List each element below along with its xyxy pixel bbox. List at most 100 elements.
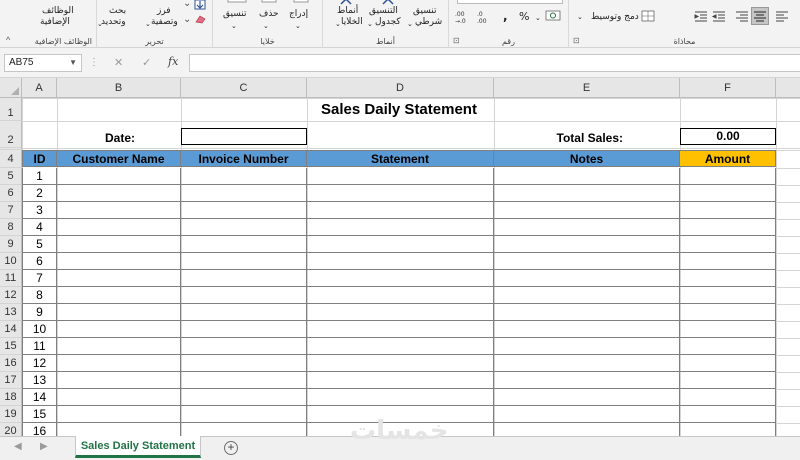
column-header-d[interactable]: D (307, 78, 494, 98)
table-cell[interactable] (680, 372, 776, 389)
row-header-5[interactable]: 5 (0, 168, 22, 185)
table-cell[interactable] (57, 185, 181, 202)
table-cell[interactable] (57, 168, 181, 185)
table-cell[interactable] (680, 423, 776, 436)
name-box[interactable]: AB75 ▼ (4, 54, 82, 72)
table-cell[interactable] (680, 219, 776, 236)
table-cell[interactable] (494, 287, 680, 304)
fill-dropdown-icon[interactable]: ⌄ (183, 0, 191, 9)
row-header-19[interactable]: 19 (0, 406, 22, 423)
id-cell[interactable]: 3 (22, 202, 57, 219)
table-cell[interactable] (57, 287, 181, 304)
sheet-tab-active[interactable]: Sales Daily Statement (75, 436, 201, 458)
id-cell[interactable]: 14 (22, 389, 57, 406)
id-cell[interactable]: 2 (22, 185, 57, 202)
table-cell[interactable] (181, 236, 307, 253)
table-cell[interactable] (680, 202, 776, 219)
format-label[interactable]: تنسيق (223, 9, 246, 20)
table-cell[interactable] (680, 321, 776, 338)
table-cell[interactable] (181, 253, 307, 270)
cell-styles-label1[interactable]: أنماط (337, 6, 358, 17)
decrease-indent-icon[interactable] (711, 10, 727, 22)
column-header-c[interactable]: C (181, 78, 307, 98)
row-header-9[interactable]: 9 (0, 236, 22, 253)
table-cell[interactable] (494, 168, 680, 185)
row-header-6[interactable]: 6 (0, 185, 22, 202)
table-cell[interactable] (307, 372, 494, 389)
format-dropdown-icon[interactable]: ⌄ (231, 21, 237, 32)
accounting-format-icon[interactable] (545, 10, 561, 22)
table-header-id[interactable]: ID (22, 150, 57, 167)
id-cell[interactable]: 12 (22, 355, 57, 372)
align-left-icon[interactable] (775, 10, 789, 22)
row-header-1[interactable]: 1 (0, 98, 22, 121)
table-cell[interactable] (57, 270, 181, 287)
table-cell[interactable] (181, 219, 307, 236)
comma-style-button[interactable]: , (503, 10, 508, 22)
table-cell[interactable] (57, 253, 181, 270)
insert-dropdown-icon[interactable]: ⌄ (295, 21, 301, 32)
sort-dropdown-icon[interactable]: ⌄ (145, 19, 151, 30)
table-cell[interactable] (680, 355, 776, 372)
align-center-button[interactable] (751, 7, 769, 25)
date-input-cell[interactable] (181, 128, 307, 145)
eraser-icon[interactable] (194, 14, 206, 24)
row-header-14[interactable]: 14 (0, 321, 22, 338)
table-cell[interactable] (494, 219, 680, 236)
table-cell[interactable] (307, 236, 494, 253)
id-cell[interactable]: 1 (22, 168, 57, 185)
format-cells-icon[interactable] (227, 0, 247, 4)
row-header-16[interactable]: 16 (0, 355, 22, 372)
table-cell[interactable] (57, 355, 181, 372)
table-cell[interactable] (181, 423, 307, 436)
table-cell[interactable] (57, 321, 181, 338)
row-header-12[interactable]: 12 (0, 287, 22, 304)
table-cell[interactable] (181, 202, 307, 219)
table-cell[interactable] (494, 423, 680, 436)
decrease-decimal-icon[interactable]: .0 .00 (475, 10, 495, 24)
clear-dropdown-icon[interactable]: ⌄ (183, 14, 191, 25)
table-cell[interactable] (680, 185, 776, 202)
insert-label[interactable]: إدراج (289, 9, 308, 20)
table-cell[interactable] (307, 168, 494, 185)
addins-label-line2[interactable]: الإضافية (40, 17, 70, 28)
table-cell[interactable] (494, 355, 680, 372)
percent-style-button[interactable]: % (519, 11, 529, 22)
find-dropdown-icon[interactable]: ⌄ (97, 19, 103, 30)
format-table-label1[interactable]: التنسيق (369, 6, 398, 17)
table-cell[interactable] (57, 389, 181, 406)
row-header-20[interactable]: 20 (0, 423, 22, 436)
table-cell[interactable] (57, 406, 181, 423)
table-cell[interactable] (680, 304, 776, 321)
table-cell[interactable] (181, 389, 307, 406)
table-cell[interactable] (181, 321, 307, 338)
id-cell[interactable]: 11 (22, 338, 57, 355)
spreadsheet-grid[interactable]: ABCDEF 1234567891011121314151617181920 S… (0, 78, 800, 436)
table-cell[interactable] (181, 406, 307, 423)
table-cell[interactable] (307, 253, 494, 270)
column-header-e[interactable]: E (494, 78, 680, 98)
find-select-label2[interactable]: وتحديد (101, 17, 126, 28)
cancel-icon[interactable]: ✕ (114, 56, 123, 69)
table-cell[interactable] (57, 236, 181, 253)
row-header-15[interactable]: 15 (0, 338, 22, 355)
add-sheet-button[interactable]: + (224, 441, 238, 455)
table-cell[interactable] (680, 236, 776, 253)
table-cell[interactable] (307, 219, 494, 236)
scroll-tabs-left-icon[interactable]: ◀ (14, 441, 22, 452)
table-cell[interactable] (680, 270, 776, 287)
conditional-dropdown-icon[interactable]: ⌄ (407, 19, 413, 30)
cell-styles-label2[interactable]: الخلايا (341, 17, 363, 28)
table-cell[interactable] (307, 321, 494, 338)
row-header-7[interactable]: 7 (0, 202, 22, 219)
table-cell[interactable] (57, 202, 181, 219)
table-cell[interactable] (494, 406, 680, 423)
align-right-icon[interactable] (735, 10, 749, 22)
formula-input[interactable] (189, 54, 800, 72)
table-cell[interactable] (307, 185, 494, 202)
addins-label-line1[interactable]: الوظائف (42, 6, 74, 17)
table-header-statement[interactable]: Statement (307, 150, 494, 167)
table-cell[interactable] (680, 287, 776, 304)
row-header-4[interactable]: 4 (0, 150, 22, 168)
id-cell[interactable]: 5 (22, 236, 57, 253)
